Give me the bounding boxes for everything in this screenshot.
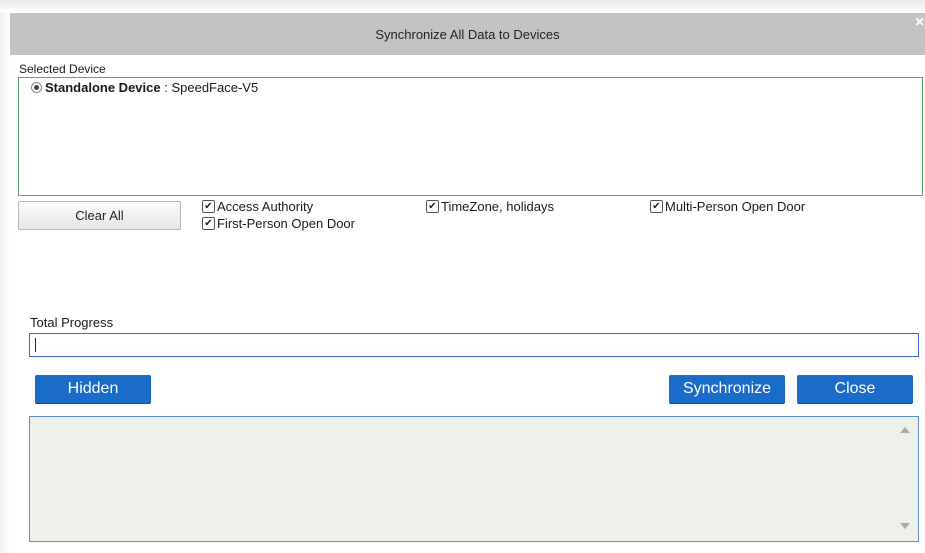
device-model: SpeedFace-V5 xyxy=(171,80,259,95)
close-icon[interactable]: × xyxy=(915,13,925,33)
radio-selected-icon[interactable] xyxy=(31,82,42,93)
checkbox-checked-icon[interactable]: ✔ xyxy=(202,217,215,230)
total-progress-bar xyxy=(29,333,919,357)
option-label: First-Person Open Door xyxy=(217,216,355,231)
checkbox-checked-icon[interactable]: ✔ xyxy=(426,200,439,213)
clear-all-button[interactable]: Clear All xyxy=(18,201,181,230)
device-item[interactable]: Standalone Device : SpeedFace-V5 xyxy=(31,80,258,95)
checkbox-checked-icon[interactable]: ✔ xyxy=(202,200,215,213)
option-timezone-holidays[interactable]: ✔ TimeZone, holidays xyxy=(426,199,554,214)
window-edge xyxy=(0,12,10,553)
option-label: Access Authority xyxy=(217,199,314,214)
selected-device-label: Selected Device xyxy=(19,62,106,76)
option-label: TimeZone, holidays xyxy=(441,199,554,214)
hidden-button[interactable]: Hidden xyxy=(35,375,151,403)
dialog-title: Synchronize All Data to Devices xyxy=(375,26,560,42)
checkbox-checked-icon[interactable]: ✔ xyxy=(650,200,663,213)
text-caret xyxy=(35,338,36,352)
option-multi-person-open-door[interactable]: ✔ Multi-Person Open Door xyxy=(650,199,805,214)
device-separator: : xyxy=(160,80,172,95)
option-label: Multi-Person Open Door xyxy=(665,199,806,214)
close-button[interactable]: Close xyxy=(797,375,913,403)
device-name: Standalone Device xyxy=(45,80,161,95)
background-fade xyxy=(0,0,925,12)
option-access-authority[interactable]: ✔ Access Authority xyxy=(202,199,313,214)
device-list: Standalone Device : SpeedFace-V5 xyxy=(18,77,923,196)
scroll-up-arrow-icon[interactable] xyxy=(900,427,910,433)
option-first-person-open-door[interactable]: ✔ First-Person Open Door xyxy=(202,216,355,231)
dialog-titlebar: Synchronize All Data to Devices xyxy=(10,13,925,55)
sync-log-area[interactable] xyxy=(29,416,919,542)
synchronize-button[interactable]: Synchronize xyxy=(669,375,785,403)
scroll-down-arrow-icon[interactable] xyxy=(900,523,910,529)
total-progress-label: Total Progress xyxy=(30,315,114,330)
